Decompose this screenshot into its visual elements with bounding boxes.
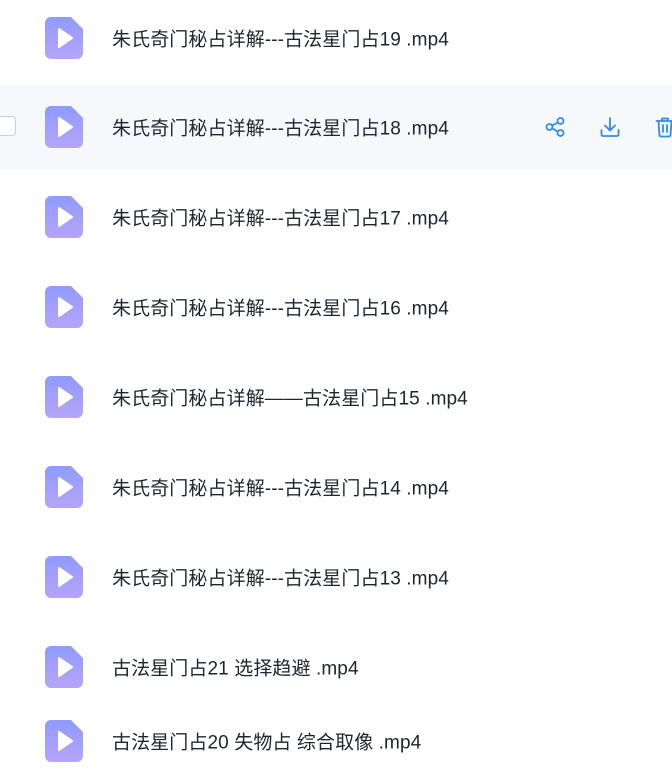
file-row[interactable]: 朱氏奇门秘占详解——古法星门占15 .mp4	[0, 355, 672, 439]
share-icon[interactable]	[543, 115, 567, 139]
file-name[interactable]: 朱氏奇门秘占详解——古法星门占15 .mp4	[112, 384, 468, 411]
file-row[interactable]: 朱氏奇门秘占详解---古法星门占19 .mp4	[0, 0, 672, 80]
video-file-icon	[45, 720, 83, 762]
row-checkbox[interactable]	[0, 116, 16, 136]
download-icon[interactable]	[598, 115, 622, 139]
file-row[interactable]: 朱氏奇门秘占详解---古法星门占16 .mp4	[0, 265, 672, 349]
file-row[interactable]: 古法星门占20 失物占 综合取像 .mp4	[0, 699, 672, 783]
file-row[interactable]: 朱氏奇门秘占详解---古法星门占13 .mp4	[0, 535, 672, 619]
video-file-icon	[45, 196, 83, 238]
video-file-icon	[45, 17, 83, 59]
file-name[interactable]: 古法星门占21 选择趋避 .mp4	[112, 654, 359, 681]
file-row[interactable]: 朱氏奇门秘占详解---古法星门占18 .mp4	[0, 85, 672, 169]
file-row[interactable]: 朱氏奇门秘占详解---古法星门占17 .mp4	[0, 175, 672, 259]
video-file-icon	[45, 466, 83, 508]
video-file-icon	[45, 376, 83, 418]
file-row[interactable]: 朱氏奇门秘占详解---古法星门占14 .mp4	[0, 445, 672, 529]
file-name[interactable]: 朱氏奇门秘占详解---古法星门占19 .mp4	[112, 25, 449, 52]
file-name[interactable]: 古法星门占20 失物占 综合取像 .mp4	[112, 728, 421, 755]
file-list: 朱氏奇门秘占详解---古法星门占19 .mp4 朱氏奇门秘占详解---古法星门占…	[0, 0, 672, 783]
file-name[interactable]: 朱氏奇门秘占详解---古法星门占14 .mp4	[112, 474, 449, 501]
video-file-icon	[45, 286, 83, 328]
video-file-icon	[45, 556, 83, 598]
file-name[interactable]: 朱氏奇门秘占详解---古法星门占16 .mp4	[112, 294, 449, 321]
video-file-icon	[45, 106, 83, 148]
file-name[interactable]: 朱氏奇门秘占详解---古法星门占13 .mp4	[112, 564, 449, 591]
trash-icon[interactable]	[653, 115, 672, 139]
file-row[interactable]: 古法星门占21 选择趋避 .mp4	[0, 625, 672, 709]
video-file-icon	[45, 646, 83, 688]
file-name[interactable]: 朱氏奇门秘占详解---古法星门占17 .mp4	[112, 204, 449, 231]
file-name[interactable]: 朱氏奇门秘占详解---古法星门占18 .mp4	[112, 114, 449, 141]
